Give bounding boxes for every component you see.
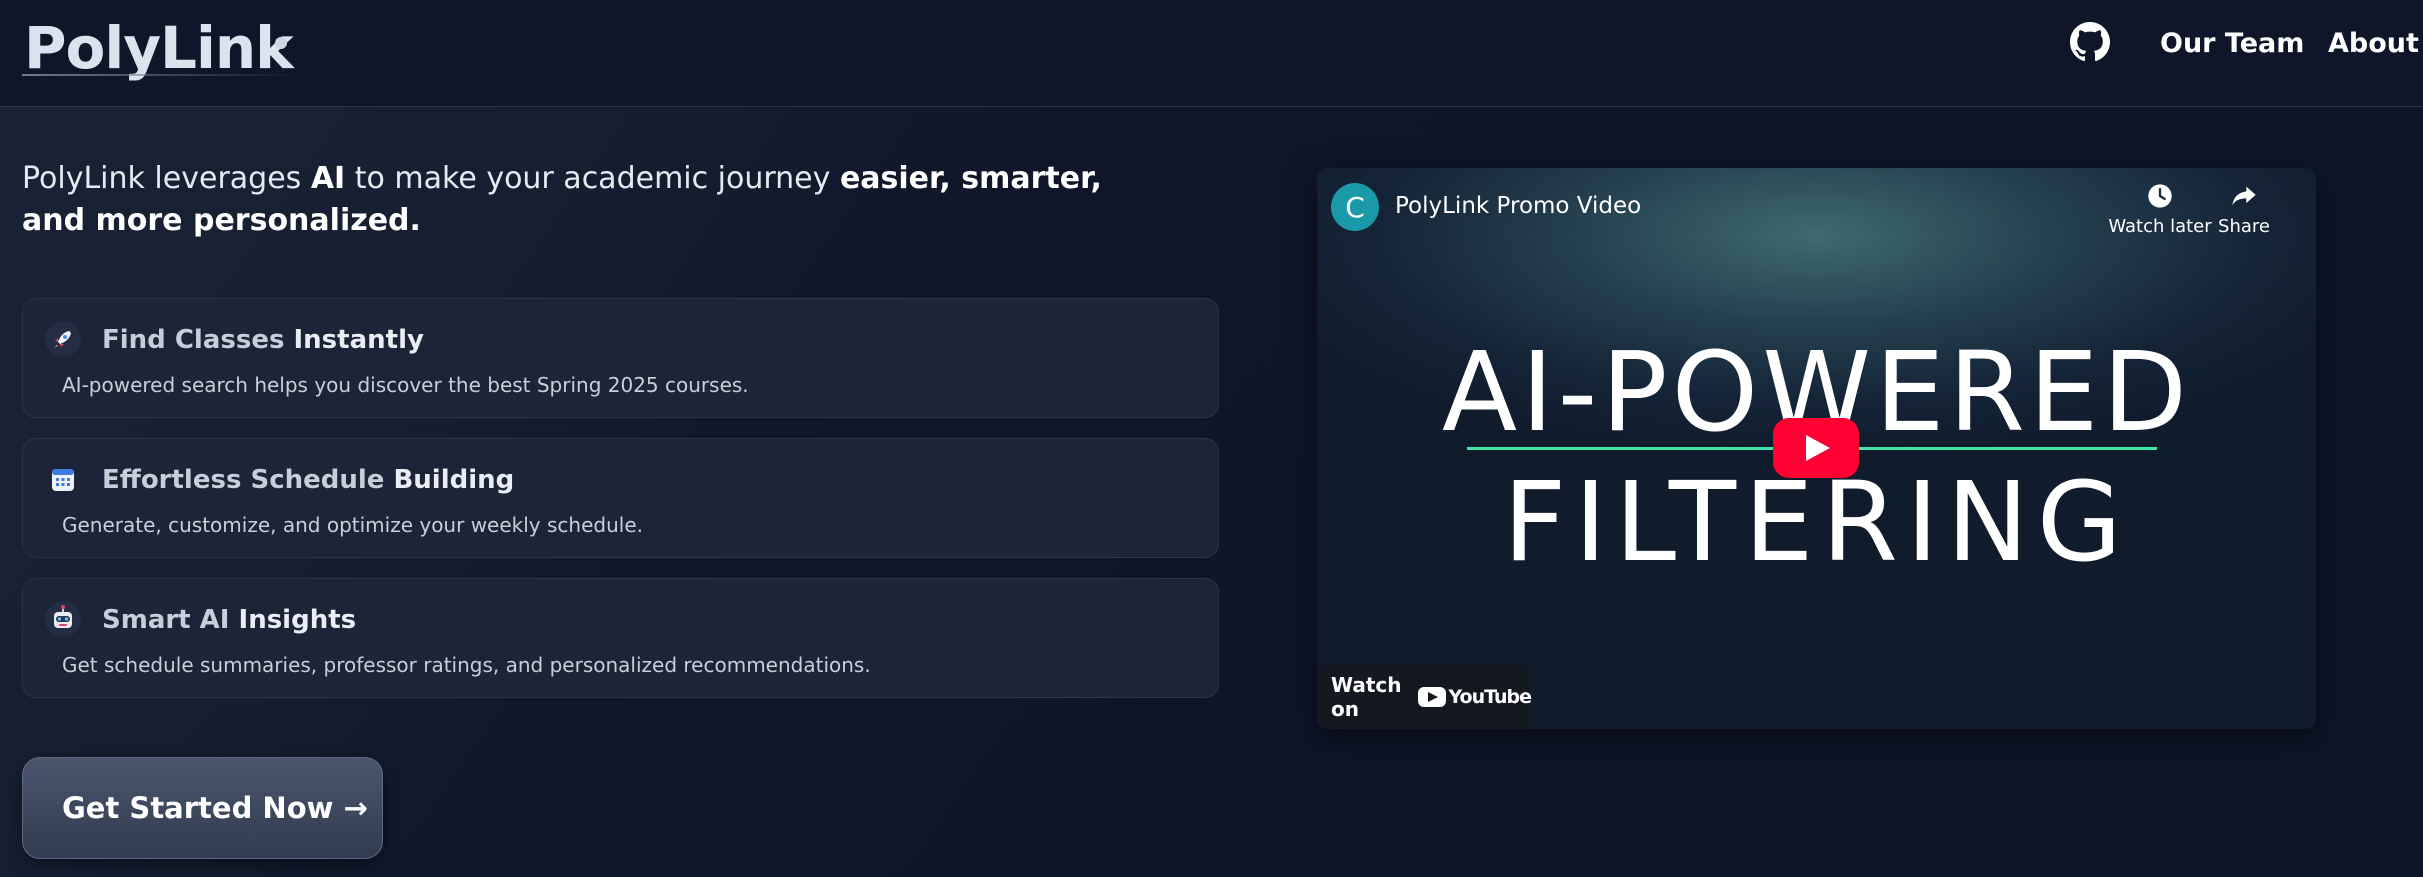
feature-card-find-classes: Find Classes Instantly AI-powered search… bbox=[22, 298, 1219, 418]
share-label: Share bbox=[2218, 216, 2270, 237]
feature-title-highlight: Insights bbox=[238, 605, 357, 635]
feature-card-schedule: Effortless Schedule Building Generate, c… bbox=[22, 438, 1219, 558]
top-nav: PolyLink Our Team About bbox=[0, 0, 2423, 107]
logo-dot bbox=[275, 37, 287, 49]
feature-title: Smart AI Insights bbox=[102, 605, 356, 635]
feature-title-highlight: Building bbox=[393, 465, 515, 495]
channel-avatar[interactable]: C bbox=[1331, 183, 1379, 231]
share-button[interactable]: Share bbox=[2204, 182, 2284, 237]
watch-on-label: Watch on bbox=[1331, 673, 1402, 721]
feature-title-highlight: Instantly bbox=[293, 325, 424, 355]
intro-part2: to make your academic journey bbox=[345, 161, 840, 196]
clock-icon bbox=[2148, 184, 2172, 208]
calendar-icon bbox=[45, 461, 81, 497]
feature-description: Get schedule summaries, professor rating… bbox=[62, 653, 871, 677]
get-started-button[interactable]: Get Started Now → bbox=[22, 757, 383, 859]
youtube-wordmark: YouTube bbox=[1448, 686, 1532, 708]
robot-icon bbox=[45, 601, 81, 637]
feature-title-dim: Effortless Schedule bbox=[102, 465, 394, 495]
feature-title: Effortless Schedule Building bbox=[102, 465, 514, 495]
nav-our-team[interactable]: Our Team bbox=[2160, 28, 2304, 59]
watch-later-button[interactable]: Watch later bbox=[2105, 182, 2215, 237]
intro-part1: PolyLink leverages bbox=[22, 161, 311, 196]
youtube-logo: YouTube bbox=[1417, 686, 1532, 708]
intro-ai: AI bbox=[310, 161, 346, 196]
share-icon bbox=[2232, 186, 2256, 206]
video-title[interactable]: PolyLink Promo Video bbox=[1395, 193, 1641, 219]
nav-about[interactable]: About bbox=[2328, 28, 2419, 59]
watch-later-label: Watch later bbox=[2108, 216, 2212, 237]
intro-text: PolyLink leverages AI to make your acade… bbox=[22, 158, 1162, 242]
play-button[interactable] bbox=[1773, 418, 1859, 478]
promo-video-embed[interactable]: C PolyLink Promo Video Watch later Share… bbox=[1317, 168, 2316, 729]
feature-description: Generate, customize, and optimize your w… bbox=[62, 513, 643, 537]
feature-title: Find Classes Instantly bbox=[102, 325, 424, 355]
feature-card-ai-insights: Smart AI Insights Get schedule summaries… bbox=[22, 578, 1219, 698]
rocket-icon bbox=[45, 321, 81, 357]
feature-title-dim: Smart AI bbox=[102, 605, 239, 635]
feature-title-dim: Find Classes bbox=[102, 325, 294, 355]
github-icon[interactable] bbox=[2070, 22, 2110, 62]
watch-on-youtube[interactable]: Watch on YouTube bbox=[1317, 665, 1532, 729]
youtube-play-icon bbox=[1417, 687, 1446, 707]
logo-underline bbox=[22, 74, 297, 76]
logo[interactable]: PolyLink bbox=[24, 14, 294, 82]
feature-description: AI-powered search helps you discover the… bbox=[62, 373, 749, 397]
